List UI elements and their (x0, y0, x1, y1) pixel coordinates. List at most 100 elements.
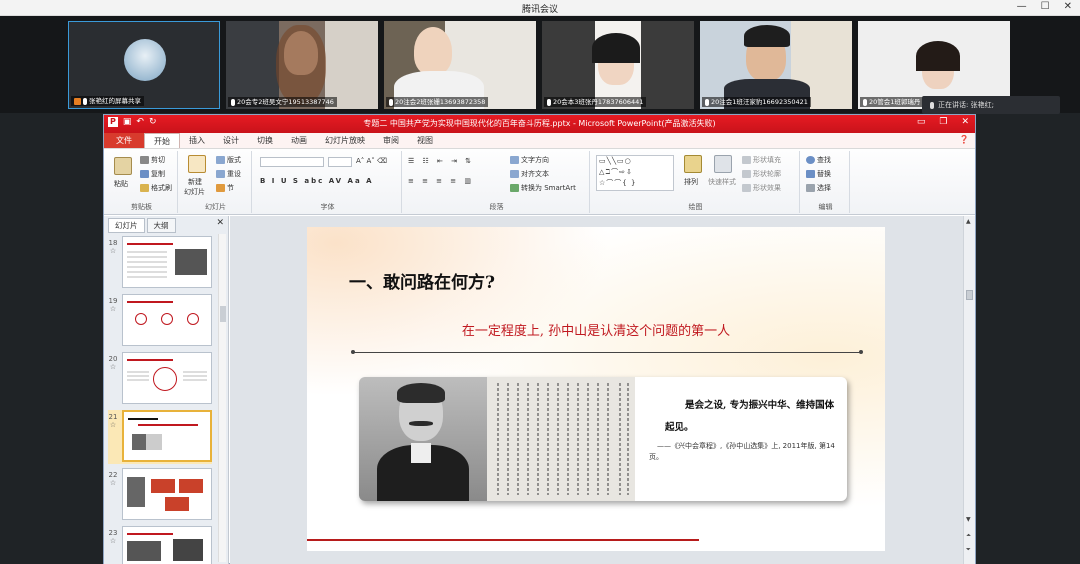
text-direction-button[interactable]: 文字方向 (510, 155, 549, 165)
section-button[interactable]: 节 (216, 183, 234, 193)
list-buttons[interactable]: ☰ ☷ ⇤ ⇥ ⇅ (408, 157, 474, 165)
tab-view[interactable]: 视图 (408, 133, 442, 148)
participant-name: 20会本3班张丹17837606441 (544, 97, 647, 107)
slide-thumb[interactable]: 22 ☆ (108, 468, 212, 522)
slide-thumb[interactable]: 19 ☆ (108, 294, 212, 348)
paste-button[interactable]: 粘贴 (114, 179, 128, 189)
group-slides: 新建 幻灯片 版式 重设 节 幻灯片 (180, 151, 252, 213)
tab-review[interactable]: 审阅 (374, 133, 408, 148)
ribbon: 粘贴 剪切 复制 格式刷 剪贴板 新建 幻灯片 版式 重设 节 幻灯片 A˄ A… (104, 149, 975, 215)
tab-slideshow[interactable]: 幻灯片放映 (316, 133, 374, 148)
tab-outline[interactable]: 大纲 (146, 218, 176, 233)
tab-design[interactable]: 设计 (214, 133, 248, 148)
tab-animations[interactable]: 动画 (282, 133, 316, 148)
tab-file[interactable]: 文件 (104, 133, 144, 148)
scrollbar-knob[interactable] (966, 290, 973, 300)
slide-subheading: 在一定程度上, 孙中山是认清这个问题的第一人 (461, 324, 731, 339)
manuscript-image (487, 377, 635, 501)
speaking-indicator: 正在讲话: 张艳红; (922, 96, 1060, 114)
find-button[interactable]: 查找 (806, 155, 831, 165)
meeting-window-title: 腾讯会议 (521, 5, 558, 15)
panel-tabs: 幻灯片 大纲 (108, 218, 178, 233)
participant-tile-video[interactable]: 20会本3班张丹17837606441 (542, 21, 694, 109)
close-icon[interactable]: ✕ (216, 218, 224, 228)
group-label: 剪贴板 (131, 203, 152, 211)
smartart-button[interactable]: 转换为 SmartArt (510, 183, 576, 193)
tab-home[interactable]: 开始 (144, 133, 180, 148)
font-format-buttons[interactable]: B I U S abc AV Aa A (260, 177, 374, 185)
replace-button[interactable]: 替换 (806, 169, 831, 179)
tab-transitions[interactable]: 切换 (248, 133, 282, 148)
reset-button[interactable]: 重设 (216, 169, 241, 179)
participant-strip: 张艳红的屏幕共享 20会专2班吴文宁19513387746 20注会2班张姗13… (0, 16, 1080, 113)
share-icon (74, 97, 81, 105)
cut-button[interactable]: 剪切 (140, 155, 165, 165)
mic-icon (705, 98, 709, 106)
slide[interactable]: 一、敢问路在何方? 在一定程度上, 孙中山是认清这个问题的第一人 是会之设, 专… (307, 227, 885, 551)
panel-scrollbar[interactable] (218, 234, 226, 562)
participant-name: 张艳红的屏幕共享 (71, 96, 144, 106)
slide-thumb[interactable]: 23 ☆ (108, 526, 212, 564)
restore-icon[interactable]: ❐ (939, 117, 947, 127)
shape-fill-button[interactable]: 形状填充 (742, 155, 781, 165)
tab-slides[interactable]: 幻灯片 (108, 218, 145, 233)
group-label: 编辑 (818, 203, 833, 211)
participant-video (542, 21, 694, 109)
select-button[interactable]: 选择 (806, 183, 831, 193)
scroll-arrow-icon[interactable]: ▲ (966, 218, 971, 225)
copy-button[interactable]: 复制 (140, 169, 165, 179)
participant-tile-video[interactable]: 20会专2班吴文宁19513387746 (226, 21, 378, 109)
slide-number: 18 (108, 239, 118, 247)
mic-icon (863, 98, 867, 106)
scrollbar-knob[interactable] (220, 306, 226, 322)
new-slide-button[interactable]: 新建 (188, 177, 202, 187)
format-painter-button[interactable]: 格式刷 (140, 183, 172, 193)
quick-styles-icon[interactable] (714, 155, 732, 173)
slide-thumb[interactable]: 20 ☆ (108, 352, 212, 406)
mic-icon (389, 98, 393, 106)
new-slide-icon[interactable] (188, 155, 206, 173)
quote-card: 是会之设, 专为振兴中华、维持国体起见。 ——《兴中会章程》,《孙中山选集》上,… (359, 377, 847, 501)
slide-number: 22 (108, 471, 118, 479)
ppt-window-controls: ▭ ❐ ✕ (917, 117, 969, 127)
font-grow-shrink[interactable]: A˄ A˅ ⌫ (356, 157, 387, 165)
close-icon[interactable]: ✕ (961, 117, 969, 127)
divider (351, 350, 863, 354)
next-slide-icon[interactable]: ⏷ (966, 546, 971, 554)
shape-outline-button[interactable]: 形状轮廓 (742, 169, 781, 179)
tab-insert[interactable]: 插入 (180, 133, 214, 148)
maximize-icon[interactable]: ☐ (1041, 1, 1050, 12)
font-family-select[interactable] (260, 157, 324, 167)
layout-button[interactable]: 版式 (216, 155, 241, 165)
slide-thumb[interactable]: 18 ☆ (108, 236, 212, 290)
avatar (124, 39, 166, 81)
align-buttons[interactable]: ≡ ≡ ≡ ≡ ▥ (408, 177, 474, 185)
star-icon: ☆ (109, 305, 117, 313)
close-icon[interactable]: ✕ (1064, 1, 1072, 12)
paste-icon[interactable] (114, 157, 132, 175)
quick-styles-button[interactable]: 快速样式 (708, 177, 736, 187)
mic-icon (231, 98, 235, 106)
participant-tile-video[interactable]: 20注会1班汪家豹16692350421 (700, 21, 852, 109)
group-paragraph: ☰ ☷ ⇤ ⇥ ⇅ ≡ ≡ ≡ ≡ ▥ 文字方向 对齐文本 转换为 SmartA… (404, 151, 590, 213)
font-size-select[interactable] (328, 157, 352, 167)
participant-name: 20注会1班汪家豹16692350421 (702, 97, 811, 107)
prev-slide-icon[interactable]: ⏶ (966, 532, 971, 540)
slide-thumb-current[interactable]: 21 ☆ (108, 410, 212, 464)
participant-tile-video[interactable]: 20注会2班张姗13693872358 (384, 21, 536, 109)
group-label: 绘图 (688, 203, 703, 211)
shape-effects-button[interactable]: 形状效果 (742, 183, 781, 193)
group-clipboard: 粘贴 剪切 复制 格式刷 剪贴板 (106, 151, 178, 213)
shapes-gallery[interactable]: ▭╲╲▭○ △ℶ⌒⇨⇩ ☆⌒⌒{ } (596, 155, 674, 191)
new-slide-button-label2[interactable]: 幻灯片 (184, 187, 205, 197)
participant-tile-screen-share[interactable]: 张艳红的屏幕共享 (68, 21, 220, 109)
canvas-scrollbar[interactable]: ▲ ▼ ⏶ ⏷ (963, 216, 975, 564)
minimize-icon[interactable]: ▭ (917, 117, 926, 127)
arrange-button[interactable]: 排列 (684, 177, 698, 187)
scroll-arrow-icon[interactable]: ▼ (966, 516, 971, 523)
align-text-button[interactable]: 对齐文本 (510, 169, 549, 179)
help-icon[interactable]: ❓ (959, 135, 969, 144)
star-icon: ☆ (109, 247, 117, 255)
arrange-icon[interactable] (684, 155, 702, 173)
minimize-icon[interactable]: — (1017, 1, 1027, 12)
